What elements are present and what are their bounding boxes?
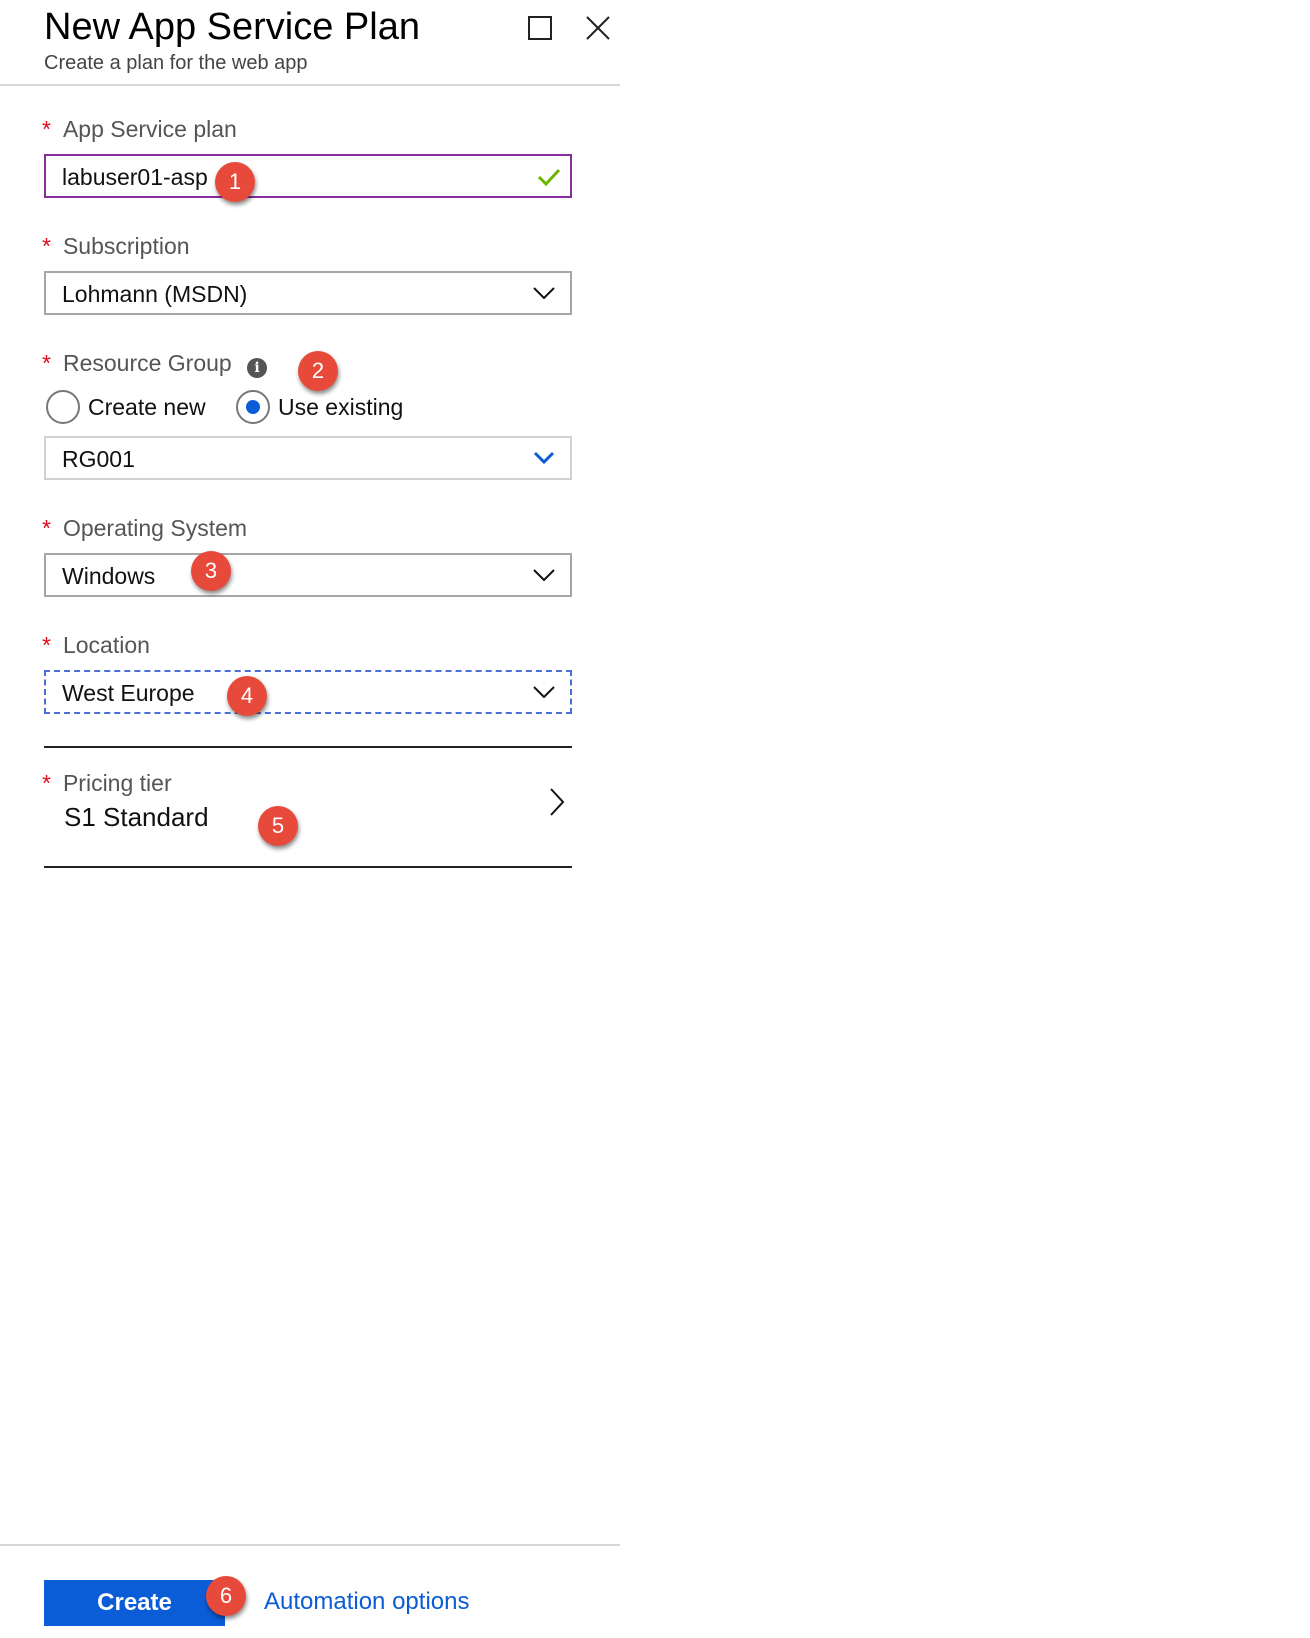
radio-selected-dot [246, 400, 260, 414]
resource-group-dropdown[interactable]: RG001 [44, 436, 572, 480]
radio-create-new[interactable]: Create new [46, 390, 206, 424]
resource-group-value: RG001 [62, 446, 135, 472]
radio-create-new-circle[interactable] [46, 390, 80, 424]
automation-options-link[interactable]: Automation options [264, 1588, 469, 1616]
annotation-badge-4: 4 [227, 676, 267, 716]
chevron-down-icon [533, 287, 555, 300]
create-button[interactable]: Create [44, 1580, 225, 1626]
app-service-plan-value: labuser01-asp [62, 164, 208, 190]
required-marker: * [42, 116, 51, 142]
location-label: * Location [42, 632, 150, 658]
required-marker: * [42, 770, 51, 796]
annotation-badge-3: 3 [191, 551, 231, 591]
close-button[interactable] [582, 12, 614, 44]
close-icon [586, 16, 610, 40]
required-marker: * [42, 515, 51, 541]
subscription-dropdown[interactable]: Lohmann (MSDN) [44, 271, 572, 315]
chevron-down-icon [533, 451, 555, 465]
location-value: West Europe [62, 680, 195, 706]
radio-create-new-label: Create new [88, 393, 206, 420]
maximize-icon [528, 16, 552, 40]
annotation-badge-2: 2 [298, 351, 338, 391]
app-service-plan-label: * App Service plan [42, 116, 237, 142]
page-subtitle: Create a plan for the web app [44, 52, 308, 74]
checkmark-icon [537, 168, 561, 187]
info-icon[interactable]: i [247, 358, 267, 378]
resource-group-label: * Resource Group [42, 350, 232, 376]
subscription-value: Lohmann (MSDN) [62, 281, 248, 307]
pricing-tier-label: * Pricing tier [42, 770, 172, 796]
app-service-plan-input[interactable]: labuser01-asp [44, 154, 572, 198]
pricing-bottom-divider [44, 866, 572, 868]
footer-divider [0, 1544, 620, 1546]
required-marker: * [42, 632, 51, 658]
radio-use-existing[interactable]: Use existing [236, 390, 403, 424]
annotation-badge-1: 1 [215, 162, 255, 202]
required-marker: * [42, 350, 51, 376]
app-service-plan-blade: New App Service Plan Create a plan for t… [0, 0, 620, 1638]
radio-use-existing-circle[interactable] [236, 390, 270, 424]
annotation-badge-5: 5 [258, 806, 298, 846]
radio-use-existing-label: Use existing [278, 393, 404, 420]
required-marker: * [42, 233, 51, 259]
chevron-down-icon [533, 686, 555, 699]
header-divider [0, 84, 620, 86]
operating-system-label: * Operating System [42, 515, 248, 541]
operating-system-dropdown[interactable]: Windows [44, 553, 572, 597]
location-dropdown[interactable]: West Europe [44, 670, 572, 714]
page-title: New App Service Plan [44, 6, 420, 48]
maximize-button[interactable] [524, 12, 556, 44]
pricing-tier-value: S1 Standard [64, 802, 209, 832]
pricing-tier-selector[interactable]: * Pricing tier S1 Standard [42, 744, 572, 864]
annotation-badge-6: 6 [206, 1576, 246, 1616]
chevron-right-icon [550, 788, 565, 816]
subscription-label: * Subscription [42, 233, 190, 259]
chevron-down-icon [533, 569, 555, 582]
operating-system-value: Windows [62, 563, 156, 589]
